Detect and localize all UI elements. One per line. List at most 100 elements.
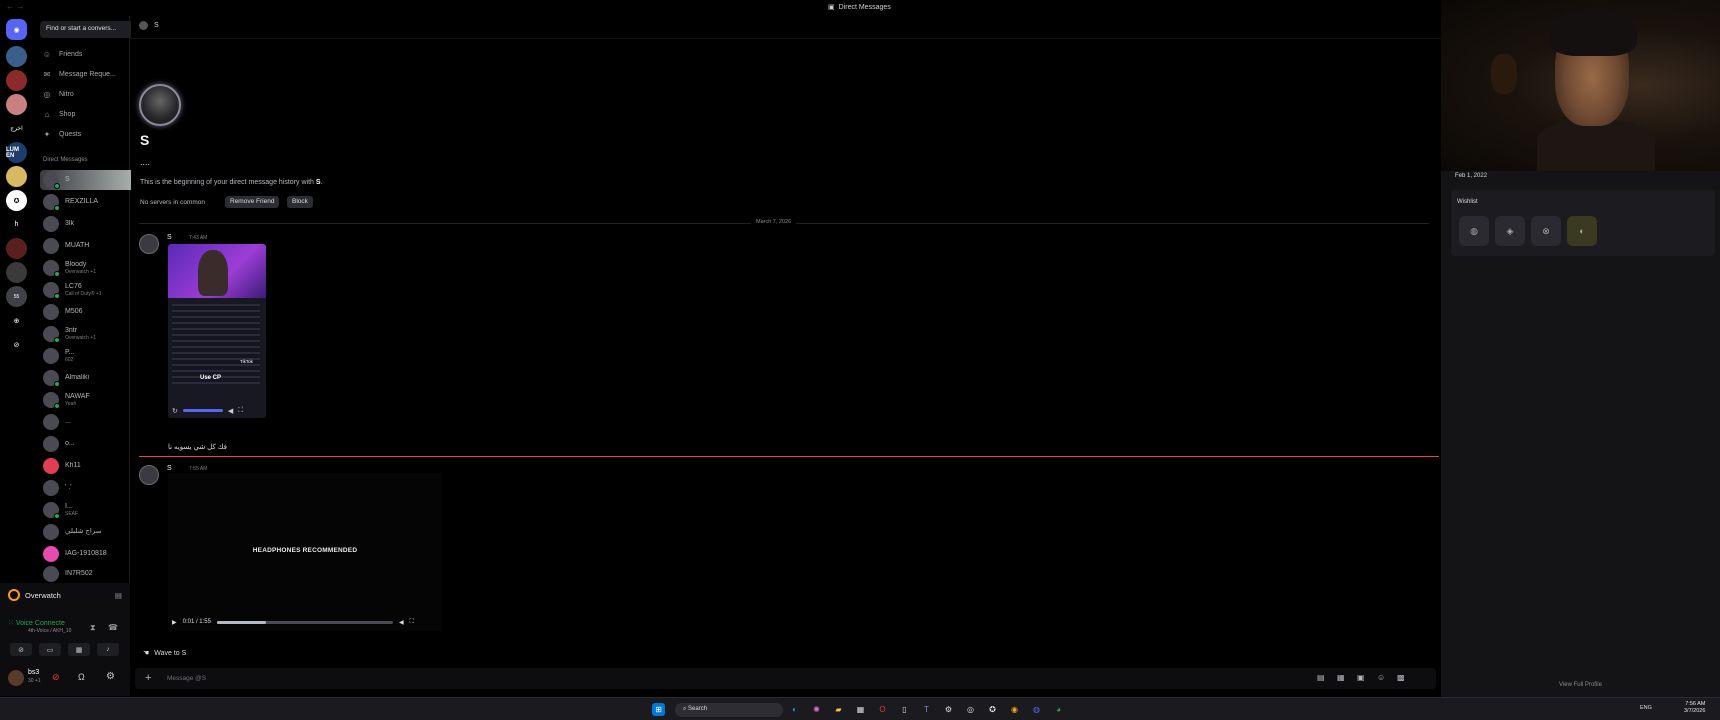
dm-sidebar-list: ☺ Friends ✉ Message Reque... ◎ Nitro ⌂ Shop … bbox=[34, 16, 160, 582]
notepad-icon[interactable]: ▯ bbox=[898, 703, 911, 716]
server-icon[interactable] bbox=[6, 70, 27, 91]
camera-button[interactable]: ⊘ bbox=[10, 643, 32, 656]
add-server-icon[interactable]: ⊕ bbox=[6, 310, 27, 331]
message-author[interactable]: S bbox=[167, 234, 172, 241]
headphones-icon[interactable]: Ω bbox=[78, 672, 85, 682]
steam-icon[interactable]: ⚙ bbox=[942, 703, 955, 716]
media-progress[interactable] bbox=[182, 409, 223, 412]
video-seek-bar[interactable] bbox=[216, 620, 393, 624]
server-icon[interactable] bbox=[6, 94, 27, 115]
message-input[interactable]: Message @S bbox=[167, 675, 206, 682]
taskbar-search[interactable]: ⌕ Search bbox=[675, 703, 783, 717]
discord-icon[interactable]: ◍ bbox=[1030, 703, 1043, 716]
volume-icon[interactable]: ◀ bbox=[228, 407, 233, 415]
avatar bbox=[43, 216, 59, 232]
server-icon[interactable] bbox=[6, 262, 27, 283]
self-avatar[interactable] bbox=[8, 670, 24, 686]
view-full-profile-link[interactable]: View Full Profile bbox=[1441, 682, 1720, 688]
teams-icon[interactable]: T bbox=[920, 703, 933, 716]
sticker-icon[interactable]: ▣ bbox=[1357, 673, 1365, 682]
remove-friend-button[interactable]: Remove Friend bbox=[225, 196, 280, 208]
disconnect-icon[interactable]: ☎ bbox=[108, 623, 118, 632]
play-icon[interactable]: ▶ bbox=[172, 619, 177, 626]
message-avatar[interactable] bbox=[139, 465, 159, 485]
fullscreen-icon[interactable]: ⛶ bbox=[238, 407, 243, 415]
avatar bbox=[43, 392, 60, 409]
app-icon[interactable]: ◎ bbox=[964, 703, 977, 716]
avatar bbox=[43, 566, 59, 582]
edge-icon[interactable]: ◐ bbox=[788, 703, 801, 716]
screen-share-button[interactable]: ▭ bbox=[39, 643, 61, 656]
discord-home-icon[interactable]: ◉ bbox=[6, 19, 27, 40]
activity-row[interactable]: Overwatch ▤ bbox=[8, 588, 122, 602]
chat-area: S S .... This is the beginning of your d… bbox=[131, 16, 1535, 657]
volume-icon[interactable]: ◀ bbox=[399, 619, 404, 626]
soundboard-button[interactable]: ♪ bbox=[97, 643, 119, 656]
wave-sticker-icon: ☚ bbox=[143, 650, 150, 657]
server-icon[interactable] bbox=[6, 46, 27, 67]
server-icon[interactable]: ✪ bbox=[6, 190, 27, 211]
profile-avatar[interactable] bbox=[139, 84, 181, 126]
server-rail: ◉ اخرج LUM EN ✪ h 55 ⊕ ⊘ bbox=[0, 16, 34, 646]
apps-icon[interactable]: ▩ bbox=[1397, 673, 1405, 682]
back-arrow-icon[interactable]: ← → bbox=[6, 2, 24, 11]
overwatch-icon[interactable]: ◉ bbox=[1008, 703, 1021, 716]
wave-button[interactable]: ☚ Wave to S bbox=[143, 649, 186, 658]
thumbnail-caption: Use CP bbox=[200, 375, 222, 381]
video-player[interactable]: HEADPHONES RECOMMENDED bbox=[168, 473, 442, 631]
webcam-overlay bbox=[1441, 0, 1720, 171]
avatar-small bbox=[139, 21, 148, 30]
server-icon[interactable]: h bbox=[6, 214, 27, 235]
discover-icon[interactable]: ⊘ bbox=[6, 334, 27, 355]
server-icon[interactable] bbox=[6, 238, 27, 259]
message-avatar[interactable] bbox=[139, 234, 159, 254]
screen-share-icon: ▭ bbox=[46, 646, 54, 654]
wishlist-item[interactable]: ⊗ bbox=[1531, 216, 1561, 246]
replay-icon[interactable]: ↻ bbox=[172, 407, 178, 415]
avatar bbox=[43, 326, 60, 343]
avatar bbox=[43, 348, 59, 364]
gif-icon[interactable]: ▦ bbox=[1337, 673, 1345, 682]
language-indicator[interactable]: ENG bbox=[1640, 705, 1652, 711]
server-icon[interactable] bbox=[6, 166, 27, 187]
message-author[interactable]: S bbox=[167, 465, 172, 472]
profile-tag: .... bbox=[140, 157, 151, 167]
noise-suppression-icon[interactable]: ⧗ bbox=[90, 623, 96, 633]
windows-start-icon[interactable]: ⊞ bbox=[652, 703, 665, 716]
date-divider: March 7, 2026 bbox=[139, 219, 1429, 225]
activity-options-icon[interactable]: ▤ bbox=[115, 591, 122, 600]
user-panel: Overwatch ▤ ⁙ Voice Connecte 4th-Voice /… bbox=[0, 583, 130, 646]
chrome-icon[interactable]: ◕ bbox=[1052, 703, 1065, 716]
member-since: Feb 1, 2022 bbox=[1455, 173, 1488, 179]
video-caption: HEADPHONES RECOMMENDED bbox=[252, 547, 358, 554]
server-icon[interactable]: LUM EN bbox=[6, 142, 27, 163]
signal-icon: ⁙ bbox=[8, 620, 14, 627]
opera-icon[interactable]: O bbox=[876, 703, 889, 716]
wishlist-item[interactable]: ◐ bbox=[1567, 216, 1597, 246]
clock[interactable]: 7:56 AM 3/7/2026 bbox=[1684, 701, 1705, 715]
wishlist-item[interactable]: ◍ bbox=[1459, 216, 1489, 246]
app-icon[interactable]: ✪ bbox=[986, 703, 999, 716]
folder-icon[interactable]: ▰ bbox=[832, 703, 845, 716]
emoji-icon[interactable]: ☺ bbox=[1377, 673, 1385, 682]
no-servers-label: No servers in common bbox=[140, 199, 206, 206]
server-icon[interactable]: اخرج bbox=[6, 118, 27, 139]
server-icon[interactable]: 55 bbox=[6, 286, 27, 307]
store-icon[interactable]: ▦ bbox=[854, 703, 867, 716]
copilot-icon[interactable]: ✺ bbox=[810, 703, 823, 716]
media-controls: ↻ ◀ ⛶ bbox=[168, 403, 266, 418]
mute-icon[interactable]: ⊘ bbox=[52, 672, 60, 683]
activities-button[interactable]: ▦ bbox=[68, 643, 90, 656]
settings-gear-icon[interactable]: ⚙ bbox=[106, 671, 115, 682]
wishlist-item[interactable]: ◈ bbox=[1495, 216, 1525, 246]
message-composer[interactable]: + Message @S ▤ ▦ ▣ ☺ ▩ bbox=[135, 668, 1436, 689]
profile-name: S bbox=[140, 132, 150, 148]
gift-icon[interactable]: ▤ bbox=[1317, 673, 1325, 682]
fullscreen-icon[interactable]: ⛶ bbox=[410, 619, 414, 626]
block-button[interactable]: Block bbox=[287, 196, 313, 208]
attach-plus-icon[interactable]: + bbox=[145, 672, 151, 684]
video-thumbnail[interactable]: Use CP TikTok ↻ ◀ ⛶ bbox=[168, 244, 266, 418]
message-timestamp: 7:55 AM bbox=[189, 466, 208, 472]
voice-status[interactable]: ⁙ Voice Connecte bbox=[8, 619, 65, 627]
avatar bbox=[43, 524, 59, 540]
